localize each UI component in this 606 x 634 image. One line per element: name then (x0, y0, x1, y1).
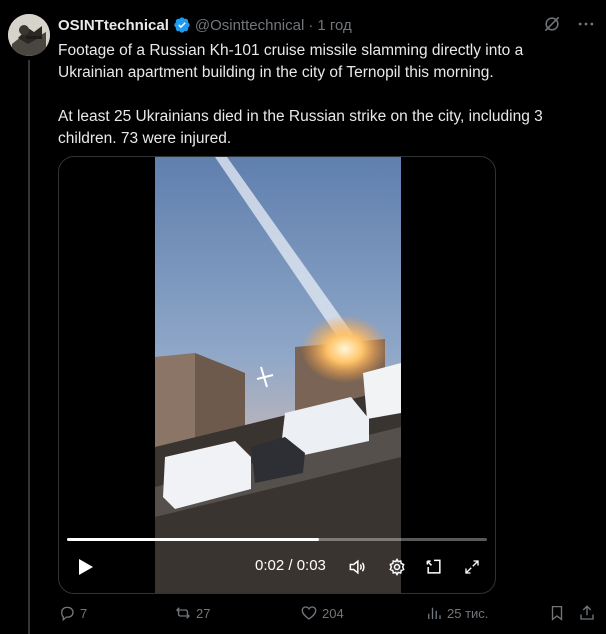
video-controls: 0:02 / 0:03 (59, 553, 495, 583)
grok-icon[interactable] (542, 14, 562, 34)
tweet-text: Footage of a Russian Kh-101 cruise missi… (58, 40, 588, 150)
play-icon[interactable] (73, 555, 97, 579)
like-count: 204 (322, 605, 344, 621)
video-player[interactable]: 0:02 / 0:03 (58, 156, 496, 594)
video-time: 0:02 / 0:03 (255, 557, 326, 574)
repost-count: 27 (196, 605, 211, 621)
reply-icon (61, 606, 74, 622)
share-button[interactable] (578, 604, 596, 622)
tweet-paragraph-1: Footage of a Russian Kh-101 cruise missi… (58, 42, 524, 81)
like-button[interactable]: 204 (300, 604, 344, 622)
settings-gear-icon[interactable] (386, 556, 408, 578)
views-button[interactable]: 25 тис. (425, 604, 488, 622)
heart-icon (301, 606, 317, 620)
tweet: OSINTtechnical @Osinttechnical · 1 год F… (0, 0, 606, 634)
top-actions (542, 14, 596, 34)
video-progress-fill (67, 538, 319, 541)
avatar[interactable] (8, 14, 50, 56)
author-name[interactable]: OSINTtechnical (58, 17, 169, 34)
volume-icon[interactable] (346, 556, 368, 578)
author-handle[interactable]: @Osinttechnical (195, 17, 304, 34)
views-chart-icon (428, 607, 441, 619)
more-options-icon[interactable] (576, 14, 596, 34)
fullscreen-icon[interactable] (461, 556, 483, 578)
views-count: 25 тис. (447, 605, 489, 621)
video-progress-bar[interactable] (67, 538, 487, 541)
bookmark-icon (551, 605, 563, 621)
share-icon (580, 605, 594, 620)
tweet-time[interactable]: 1 год (317, 17, 351, 34)
verified-badge-icon[interactable] (173, 16, 191, 34)
thread-line (28, 60, 30, 634)
tweet-paragraph-2: At least 25 Ukrainians died in the Russi… (58, 108, 543, 147)
tweet-header: OSINTtechnical @Osinttechnical · 1 год (58, 14, 352, 36)
video-frame[interactable] (155, 157, 401, 593)
picture-in-picture-icon[interactable] (423, 556, 445, 578)
reply-button[interactable]: 7 (58, 604, 87, 622)
separator-dot: · (308, 16, 314, 34)
repost-icon (176, 607, 190, 619)
tweet-actions: 7 27 204 25 тис. (58, 604, 598, 628)
bookmark-button[interactable] (548, 604, 566, 622)
reply-count: 7 (80, 605, 88, 621)
repost-button[interactable]: 27 (174, 604, 210, 622)
